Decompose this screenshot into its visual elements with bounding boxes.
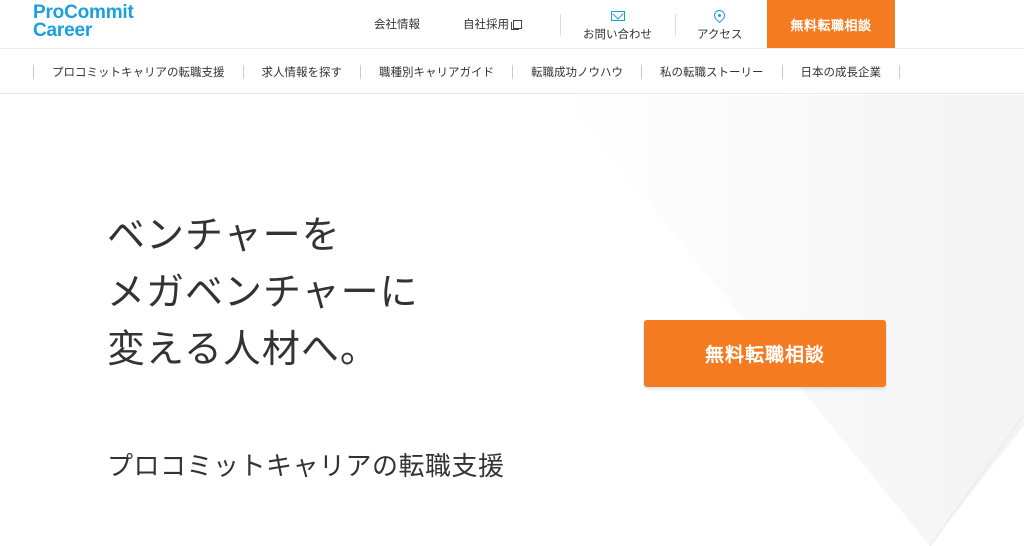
nav-item-jobs[interactable]: 求人情報を探す <box>242 65 361 79</box>
nav-items: プロコミットキャリアの転職支援 求人情報を探す 職種別キャリアガイド 転職成功ノ… <box>33 49 900 95</box>
hero-headline: ベンチャーを メガベンチャーに 変える人材へ。 <box>107 207 419 378</box>
header-divider <box>675 14 676 36</box>
headline-line-3: 変える人材へ。 <box>107 327 379 371</box>
access-link-label: アクセス <box>697 27 743 41</box>
headline-line-2: メガベンチャーに <box>107 270 419 314</box>
access-link[interactable]: アクセス <box>697 7 743 42</box>
contact-link[interactable]: お問い合わせ <box>583 8 652 42</box>
site-header: ProCommit Career 会社情報 自社採用 お問い合わせ アクセス 無… <box>0 0 1024 48</box>
nav-item-know-how[interactable]: 転職成功ノウハウ <box>512 65 641 79</box>
header-free-consultation-button[interactable]: 無料転職相談 <box>767 0 895 48</box>
logo-line-2: Career <box>33 20 93 41</box>
nav-item-support[interactable]: プロコミットキャリアの転職支援 <box>33 65 243 79</box>
procommit-career-logo[interactable]: ProCommit Career <box>33 3 134 41</box>
recruit-link-label: 自社採用 <box>463 17 509 31</box>
mail-icon <box>610 11 625 21</box>
nav-item-stories[interactable]: 私の転職ストーリー <box>641 65 782 79</box>
map-pin-icon <box>711 7 728 24</box>
main-navigation: プロコミットキャリアの転職支援 求人情報を探す 職種別キャリアガイド 転職成功ノ… <box>0 48 1024 94</box>
external-link-icon <box>511 19 522 30</box>
contact-link-label: お問い合わせ <box>583 27 652 41</box>
headline-line-1: ベンチャーを <box>107 213 341 257</box>
recruit-link[interactable]: 自社採用 <box>463 16 522 32</box>
nav-item-growth-companies[interactable]: 日本の成長企業 <box>781 65 900 79</box>
hero-subheading: プロコミットキャリアの転職支援 <box>107 452 505 482</box>
header-divider <box>560 14 561 36</box>
nav-item-career-guide[interactable]: 職種別キャリアガイド <box>360 65 512 79</box>
hero-section: ベンチャーを メガベンチャーに 変える人材へ。 プロコミットキャリアの転職支援 … <box>0 95 1024 546</box>
hero-free-consultation-button[interactable]: 無料転職相談 <box>644 320 886 387</box>
company-info-link[interactable]: 会社情報 <box>374 16 420 32</box>
